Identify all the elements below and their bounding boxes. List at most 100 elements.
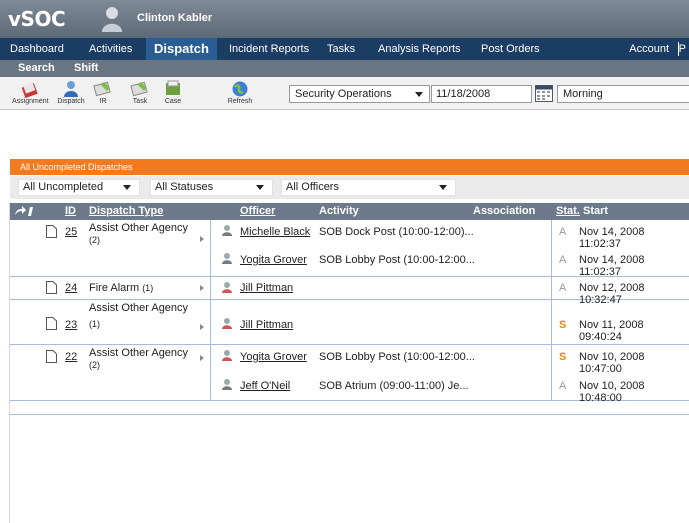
panel-left-border [9,203,10,523]
filter-bar: All Uncompleted All Statuses All Officer… [10,176,689,199]
column-status[interactable]: Stat. [556,203,580,220]
activity-text: SOB Atrium (09:00-11:00) Je... [319,380,469,392]
date-field[interactable]: 11/18/2008 [431,85,532,103]
shift-select[interactable]: Morning [557,85,689,103]
subnav-shift[interactable]: Shift [74,60,98,77]
task-button[interactable]: Task [127,80,153,106]
column-association: Association [473,205,536,217]
officer-icon [222,379,232,390]
toolbar: Assignment Dispatch IR Task Case Refresh… [0,77,689,110]
refresh-button[interactable]: Refresh [224,80,256,106]
nav-analysis-reports[interactable]: Analysis Reports [378,38,461,60]
ir-button[interactable]: IR [90,80,116,106]
expand-arrow-icon[interactable] [200,236,204,242]
expand-arrow-icon[interactable] [200,355,204,361]
column-id[interactable]: ID [65,203,76,220]
officer-link[interactable]: Yogita Grover [240,351,307,363]
assignment-icon [21,81,38,98]
expand-arrow-icon[interactable] [200,285,204,291]
case-button[interactable]: Case [160,80,186,106]
assignment-button[interactable]: Assignment [12,80,49,106]
officer-link[interactable]: Yogita Grover [240,254,307,266]
officer-alert-icon [222,350,232,361]
officer-link[interactable]: Jeff O'Neil [240,380,290,392]
officer-icon [222,225,232,236]
column-start: Start [583,205,609,217]
case-icon [166,80,180,95]
dispatch-person-icon [64,81,78,97]
dispatch-id-link[interactable]: 24 [65,282,77,294]
officer-link[interactable]: Jill Pittman [240,282,293,294]
start-time: Nov 14, 2008 11:02:37 [579,226,645,250]
status-badge: A [559,380,567,392]
organization-select[interactable]: Security Operations [289,85,430,103]
dispatch-id-link[interactable]: 25 [65,226,77,238]
calendar-icon[interactable] [535,85,553,102]
chevron-down-icon [123,185,131,190]
status-badge: A [559,254,567,266]
nav-cut-item[interactable]: P [679,38,686,60]
column-dispatch-type[interactable]: Dispatch Type [89,203,163,220]
officer-alert-icon [222,282,232,293]
dispatch-type: Assist Other Agency (2) [89,347,189,370]
subnav-search[interactable]: Search [18,60,55,77]
officer-link[interactable]: Michelle Black [240,226,310,238]
completion-filter-select[interactable]: All Uncompleted [18,179,140,196]
start-time: Nov 10, 2008 10:47:00 [579,351,645,375]
dispatch-button[interactable]: Dispatch [56,80,86,106]
ir-icon [93,81,111,97]
start-time: Nov 11, 2008 09:40:24 [579,319,644,343]
sub-nav: Search Shift [0,60,689,77]
refresh-globe-icon [232,81,248,97]
top-header: vSOC Clinton Kabler [0,0,689,38]
nav-tasks[interactable]: Tasks [327,38,355,60]
chevron-down-icon [439,185,447,190]
chevron-down-icon [415,92,423,97]
forward-sort-icon[interactable] [14,206,36,217]
nav-account[interactable]: Account [629,38,669,60]
nav-post-orders[interactable]: Post Orders [481,38,540,60]
panel-title-bar: All Uncompleted Dispatches [10,159,689,175]
table-row[interactable]: 22 Assist Other Agency (2) Yogita Grover… [10,345,689,404]
main-nav: Dashboard Activities Dispatch Incident R… [0,38,689,60]
chevron-down-icon [256,185,264,190]
table-row[interactable]: 24 Fire Alarm (1) Jill Pittman A Nov 12,… [10,277,689,306]
column-activity: Activity [319,205,359,217]
status-badge: S [559,319,567,331]
column-officer[interactable]: Officer [240,203,275,220]
table-header: ID Dispatch Type Officer Activity Associ… [10,203,689,220]
nav-incident-reports[interactable]: Incident Reports [229,38,309,60]
table-row[interactable]: 25 Assist Other Agency (2) Michelle Blac… [10,220,689,278]
officer-alert-icon [222,318,232,329]
start-time: Nov 14, 2008 11:02:37 [579,254,645,278]
status-filter-select[interactable]: All Statuses [150,179,273,196]
document-icon [46,350,57,363]
expand-arrow-icon[interactable] [200,324,204,330]
task-icon [130,81,148,97]
officer-filter-select[interactable]: All Officers [281,179,456,196]
dispatch-type: Fire Alarm (1) [89,282,154,294]
user-avatar-icon [102,7,122,32]
activity-text: SOB Dock Post (10:00-12:00)... [319,226,474,238]
dispatch-type: Assist Other Agency (1) [89,302,189,329]
officer-icon [222,253,232,264]
activity-text: SOB Lobby Post (10:00-12:00... [319,351,475,363]
app-logo: vSOC [8,7,66,31]
document-icon [46,317,57,330]
dispatch-id-link[interactable]: 23 [65,319,77,331]
dispatch-id-link[interactable]: 22 [65,351,77,363]
activity-text: SOB Lobby Post (10:00-12:00... [319,254,475,266]
status-badge: A [559,226,567,238]
table-footer-row [10,400,689,415]
officer-link[interactable]: Jill Pittman [240,319,293,331]
nav-dashboard[interactable]: Dashboard [10,38,64,60]
document-icon [46,281,57,294]
table-row[interactable]: 23 Assist Other Agency (1) Jill Pittman … [10,300,689,345]
nav-dispatch[interactable]: Dispatch [146,38,217,60]
status-badge: A [559,282,567,294]
document-icon [46,225,57,238]
dispatch-type: Assist Other Agency (2) [89,222,189,245]
nav-activities[interactable]: Activities [89,38,132,60]
app-window: vSOC Clinton Kabler Dashboard Activities… [0,0,689,523]
user-name[interactable]: Clinton Kabler [137,12,212,24]
